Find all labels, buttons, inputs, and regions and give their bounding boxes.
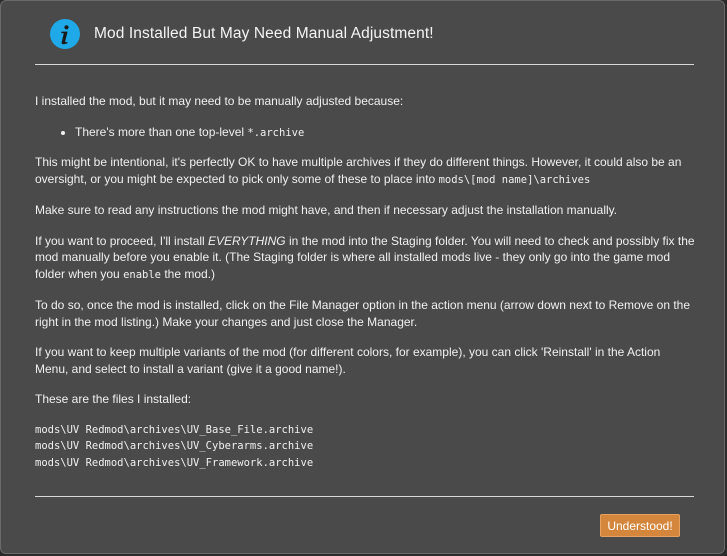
mod-install-dialog: Mod Installed But May Need Manual Adjust… [0, 0, 725, 554]
dialog-title: Mod Installed But May Need Manual Adjust… [94, 25, 434, 42]
enable-code: enable [123, 268, 161, 281]
reason-code: *.archive [247, 126, 305, 139]
reason-text: There's more than one top-level [75, 124, 248, 139]
dialog-header: Mod Installed But May Need Manual Adjust… [35, 17, 434, 51]
paragraph-variants: If you want to keep multiple variants of… [35, 345, 661, 376]
info-icon-glyph [61, 25, 69, 45]
everything-emphasis: EVERYTHING [208, 233, 286, 248]
paragraph-instructions: Make sure to read any instructions the m… [35, 203, 618, 217]
info-icon [50, 19, 80, 49]
installed-files-list: mods\UV Redmod\archives\UV_Base_File.arc… [35, 422, 695, 472]
paragraph-intentional: This might be intentional, it's perfectl… [35, 154, 695, 188]
installed-file: mods\UV Redmod\archives\UV_Cyberarms.arc… [35, 440, 314, 452]
reason-list: There's more than one top-level *.archiv… [35, 124, 695, 142]
intro-text: I installed the mod, but it may need to … [35, 94, 404, 108]
dialog-body: I installed the mod, but it may need to … [35, 93, 695, 471]
understood-button[interactable]: Understood! [600, 514, 680, 537]
paragraph-proceed-a: If you want to proceed, I'll install [35, 233, 209, 248]
installed-file: mods\UV Redmod\archives\UV_Base_File.arc… [35, 423, 314, 436]
files-heading: These are the files I installed: [35, 392, 192, 406]
reason-item: There's more than one top-level *.archiv… [75, 124, 695, 142]
archives-path-code: mods\[mod name]\archives [438, 173, 591, 186]
installed-file: mods\UV Redmod\archives\UV_Framework.arc… [35, 456, 314, 469]
footer-divider [35, 496, 694, 497]
header-divider [35, 64, 694, 65]
paragraph-proceed-c: the mod.) [161, 266, 216, 281]
paragraph-proceed: If you want to proceed, I'll install EVE… [35, 233, 695, 284]
paragraph-file-manager: To do so, once the mod is installed, cli… [35, 298, 691, 329]
